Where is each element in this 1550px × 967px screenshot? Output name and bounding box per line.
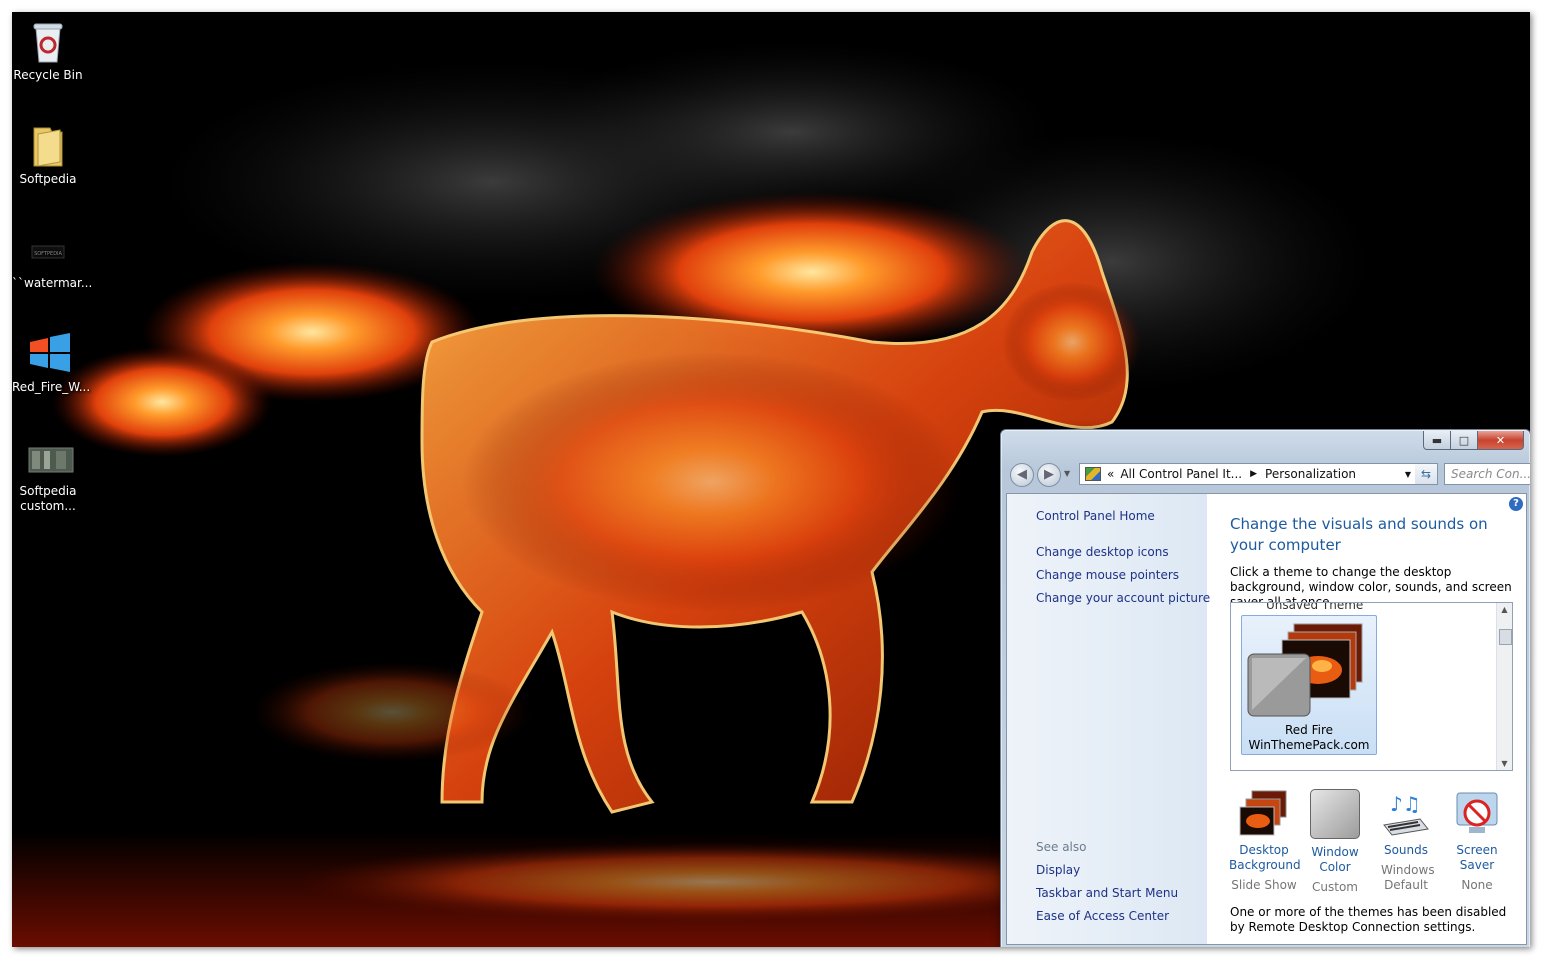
change-mouse-pointers-link[interactable]: Change mouse pointers — [1036, 568, 1179, 582]
desktop-icon-watermark[interactable]: SOFTPEDIA ``watermar... — [12, 226, 93, 291]
help-icon[interactable]: ? — [1509, 497, 1523, 511]
window-color-icon — [1310, 789, 1360, 839]
recent-pages-dropdown[interactable]: ▼ — [1064, 469, 1070, 478]
desktop-icon-label: Softpedia custom... — [19, 484, 77, 513]
desktop-icon-label: Softpedia — [19, 172, 77, 186]
desktop-background-status: Slide Show — [1231, 878, 1297, 892]
desktop-background-icon — [1238, 789, 1290, 839]
search-placeholder: Search Con... — [1451, 467, 1530, 481]
theme-name-line1: Red Fire — [1284, 723, 1334, 737]
theme-preview-image — [1246, 620, 1372, 720]
breadcrumb-separator-icon: ▶ — [1250, 469, 1258, 479]
window-color-status: Custom — [1312, 880, 1358, 894]
desktop-background-setting[interactable]: Desktop Background Slide Show — [1229, 789, 1301, 893]
image-file-icon: SOFTPEDIA — [28, 226, 68, 272]
back-arrow-icon: ◀ — [1017, 467, 1027, 482]
window-color-title1: Window — [1311, 845, 1359, 859]
address-dropdown-icon[interactable]: ▼ — [1405, 470, 1411, 479]
desktop-icon-softpedia-custom[interactable]: Softpedia custom... — [12, 434, 84, 514]
minimize-button[interactable]: ▬ — [1423, 431, 1451, 450]
screen-saver-status: None — [1461, 878, 1493, 892]
disabled-themes-notice: One or more of the themes has been disab… — [1230, 905, 1507, 934]
theme-item-red-fire[interactable]: Red Fire WinThemePack.com — [1241, 615, 1377, 755]
control-panel-icon — [1085, 467, 1101, 481]
forward-button[interactable]: ▶ — [1037, 463, 1061, 487]
theme-list-scrollbar[interactable]: ▲ ▼ — [1496, 603, 1512, 770]
theme-list[interactable]: Unsaved Theme Red Fire WinThemePack.com … — [1230, 602, 1513, 771]
control-panel-home-link[interactable]: Control Panel Home — [1036, 509, 1155, 523]
taskbar-start-menu-link[interactable]: Taskbar and Start Menu — [1036, 886, 1178, 900]
address-overflow[interactable]: « — [1107, 467, 1114, 481]
desktop-icon-label: Recycle Bin — [13, 68, 83, 82]
windows-theme-icon — [28, 330, 70, 376]
desktop-icon-recycle-bin[interactable]: Recycle Bin — [12, 18, 84, 83]
address-bar[interactable]: « All Control Panel It... ▶ Personalizat… — [1079, 463, 1417, 485]
sounds-status: Windows Default — [1381, 863, 1435, 892]
caption-buttons: ▬ □ ✕ — [1423, 431, 1524, 450]
back-button[interactable]: ◀ — [1010, 463, 1034, 487]
address-root-crumb[interactable]: All Control Panel It... — [1120, 467, 1242, 481]
window-client-area: Control Panel Home Change desktop icons … — [1006, 493, 1527, 945]
scroll-up-icon[interactable]: ▲ — [1497, 605, 1512, 614]
refresh-icon: ⇆ — [1420, 467, 1432, 481]
personalization-window: ▬ □ ✕ ◀ ▶ ▼ « All Control Panel It... ▶ … — [1000, 429, 1530, 947]
desktop-icon-label: ``watermar... — [12, 276, 93, 290]
svg-text:♪♫: ♪♫ — [1390, 792, 1421, 816]
screen-saver-setting[interactable]: Screen Saver None — [1442, 789, 1512, 893]
page-title: Change the visuals and sounds on your co… — [1230, 515, 1488, 554]
desktop-icon-softpedia[interactable]: Softpedia — [12, 122, 84, 187]
sounds-setting[interactable]: ♪♫ Sounds Windows Default — [1371, 789, 1441, 893]
scroll-down-icon[interactable]: ▼ — [1497, 759, 1512, 768]
forward-arrow-icon: ▶ — [1044, 467, 1054, 482]
svg-text:SOFTPEDIA: SOFTPEDIA — [34, 251, 62, 257]
change-desktop-icons-link[interactable]: Change desktop icons — [1036, 545, 1169, 559]
scroll-thumb[interactable] — [1499, 629, 1512, 645]
sounds-title: Sounds — [1383, 843, 1429, 857]
see-also-heading: See also — [1036, 840, 1087, 854]
desktop-icon-label: Red_Fire_W... — [12, 380, 91, 394]
folder-icon — [28, 122, 68, 168]
sounds-icon: ♪♫ — [1380, 789, 1432, 839]
maximize-button[interactable]: □ — [1451, 431, 1478, 450]
display-link[interactable]: Display — [1036, 863, 1080, 877]
window-color-title2: Color — [1319, 860, 1351, 874]
navigation-bar: ◀ ▶ ▼ « All Control Panel It... ▶ Person… — [1007, 461, 1530, 487]
window-color-setting[interactable]: Window Color Custom — [1300, 789, 1370, 895]
close-button[interactable]: ✕ — [1478, 431, 1524, 450]
desktop-background-title2: Background — [1229, 858, 1301, 872]
address-current-crumb[interactable]: Personalization — [1265, 467, 1356, 481]
desktop-icon-red-fire-theme[interactable]: Red_Fire_W... — [12, 330, 91, 395]
change-account-picture-link[interactable]: Change your account picture — [1036, 591, 1210, 605]
theme-name-line2: WinThemePack.com — [1248, 738, 1370, 752]
recycle-bin-icon — [28, 18, 68, 64]
search-box[interactable]: Search Con... ⌕ — [1444, 463, 1530, 485]
refresh-button[interactable]: ⇆ — [1415, 463, 1438, 485]
desktop-background-title1: Desktop — [1239, 843, 1289, 857]
ease-of-access-link[interactable]: Ease of Access Center — [1036, 909, 1169, 923]
image-thumbnail-icon — [28, 434, 74, 480]
screen-saver-icon — [1451, 789, 1503, 839]
screen-saver-title: Screen Saver — [1456, 843, 1498, 872]
theme-group-label: Unsaved Theme — [1266, 602, 1364, 612]
left-task-pane: Control Panel Home Change desktop icons … — [1007, 494, 1210, 944]
desktop: Recycle Bin Softpedia SOFTPEDIA ``waterm… — [12, 12, 1530, 947]
